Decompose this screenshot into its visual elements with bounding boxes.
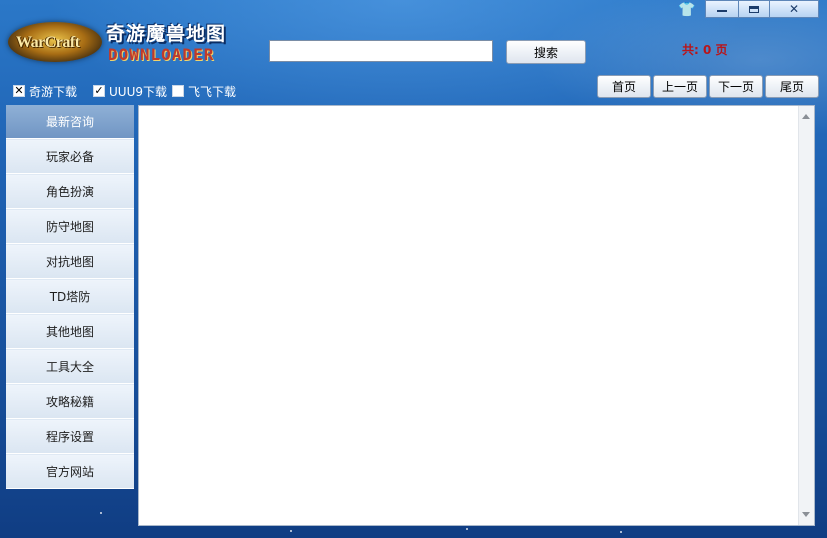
app-title-cn: 奇游魔兽地图 (106, 23, 227, 45)
sidebar-item-other-maps[interactable]: 其他地图 (6, 315, 134, 349)
last-page-label: 尾页 (779, 80, 804, 94)
maximize-icon (749, 5, 759, 13)
sidebar-item-label: 防守地图 (45, 220, 94, 234)
next-page-label: 下一页 (717, 80, 754, 94)
minimize-icon (717, 10, 727, 12)
sidebar-item-guides[interactable]: 攻略秘籍 (6, 385, 134, 419)
logo-text: WarCraft (16, 34, 80, 51)
sidebar-item-rpg[interactable]: 角色扮演 (6, 175, 134, 209)
content-panel (138, 105, 815, 526)
sidebar-item-td[interactable]: TD塔防 (6, 280, 134, 314)
sidebar-item-label: 对抗地图 (45, 255, 94, 269)
prev-page-label: 上一页 (661, 80, 698, 94)
sidebar-item-tools[interactable]: 工具大全 (6, 350, 134, 384)
sidebar-item-label: 攻略秘籍 (45, 395, 94, 409)
checkbox-box[interactable]: ✕ (13, 85, 25, 97)
shirt-icon[interactable]: 👕 (678, 2, 696, 18)
sidebar-item-label: 最新咨询 (45, 115, 94, 129)
sidebar-item-label: 其他地图 (45, 325, 94, 339)
checkbox-box[interactable] (172, 85, 184, 97)
first-page-label: 首页 (611, 80, 636, 94)
next-page-button[interactable]: 下一页 (709, 75, 763, 98)
background-star (620, 531, 622, 533)
source-label: 奇游下载 (29, 84, 78, 99)
sidebar-item-official-site[interactable]: 官方网站 (6, 455, 134, 489)
page-count: 共: 0 页 (682, 43, 728, 57)
source-checkbox-uuu9[interactable]: ✓ UUU9下载 (93, 83, 167, 99)
sidebar-item-label: 角色扮演 (45, 185, 94, 199)
scroll-up-icon[interactable] (802, 114, 810, 119)
sidebar-item-settings[interactable]: 程序设置 (6, 420, 134, 454)
source-checkbox-feifei[interactable]: 飞飞下载 (172, 83, 236, 99)
source-label: UUU9下载 (109, 84, 167, 99)
search-input[interactable] (269, 40, 493, 62)
first-page-button[interactable]: 首页 (597, 75, 651, 98)
app-title-en: DOWNLOADER (108, 45, 215, 64)
sidebar-item-versus-maps[interactable]: 对抗地图 (6, 245, 134, 279)
source-checkbox-qiyou[interactable]: ✕ 奇游下载 (13, 83, 77, 99)
sidebar-item-label: TD塔防 (49, 290, 91, 304)
sidebar-item-label: 官方网站 (45, 465, 94, 479)
checkbox-box[interactable]: ✓ (93, 85, 105, 97)
minimize-button[interactable] (705, 0, 739, 18)
close-button[interactable]: ✕ (769, 0, 819, 18)
scroll-down-icon[interactable] (802, 512, 810, 517)
background-star (100, 512, 102, 514)
sidebar-item-latest-news[interactable]: 最新咨询 (6, 105, 134, 139)
app-logo: WarCraft 奇游魔兽地图 DOWNLOADER (8, 16, 240, 68)
vertical-scrollbar[interactable] (798, 106, 814, 525)
search-button-label: 搜索 (533, 45, 558, 60)
sidebar-item-label: 工具大全 (45, 360, 94, 374)
sidebar-item-label: 玩家必备 (45, 150, 94, 164)
background-star (466, 528, 468, 530)
sidebar: 最新咨询 玩家必备 角色扮演 防守地图 对抗地图 TD塔防 其他地图 工具大全 … (6, 105, 134, 489)
background-star (290, 530, 292, 532)
sidebar-item-label: 程序设置 (45, 430, 94, 444)
prev-page-button[interactable]: 上一页 (653, 75, 707, 98)
maximize-button[interactable] (738, 0, 770, 18)
search-button[interactable]: 搜索 (506, 40, 586, 64)
last-page-button[interactable]: 尾页 (765, 75, 819, 98)
source-label: 飞飞下载 (188, 84, 237, 99)
sidebar-item-player-essentials[interactable]: 玩家必备 (6, 140, 134, 174)
sidebar-item-defense-maps[interactable]: 防守地图 (6, 210, 134, 244)
close-icon: ✕ (788, 2, 800, 16)
